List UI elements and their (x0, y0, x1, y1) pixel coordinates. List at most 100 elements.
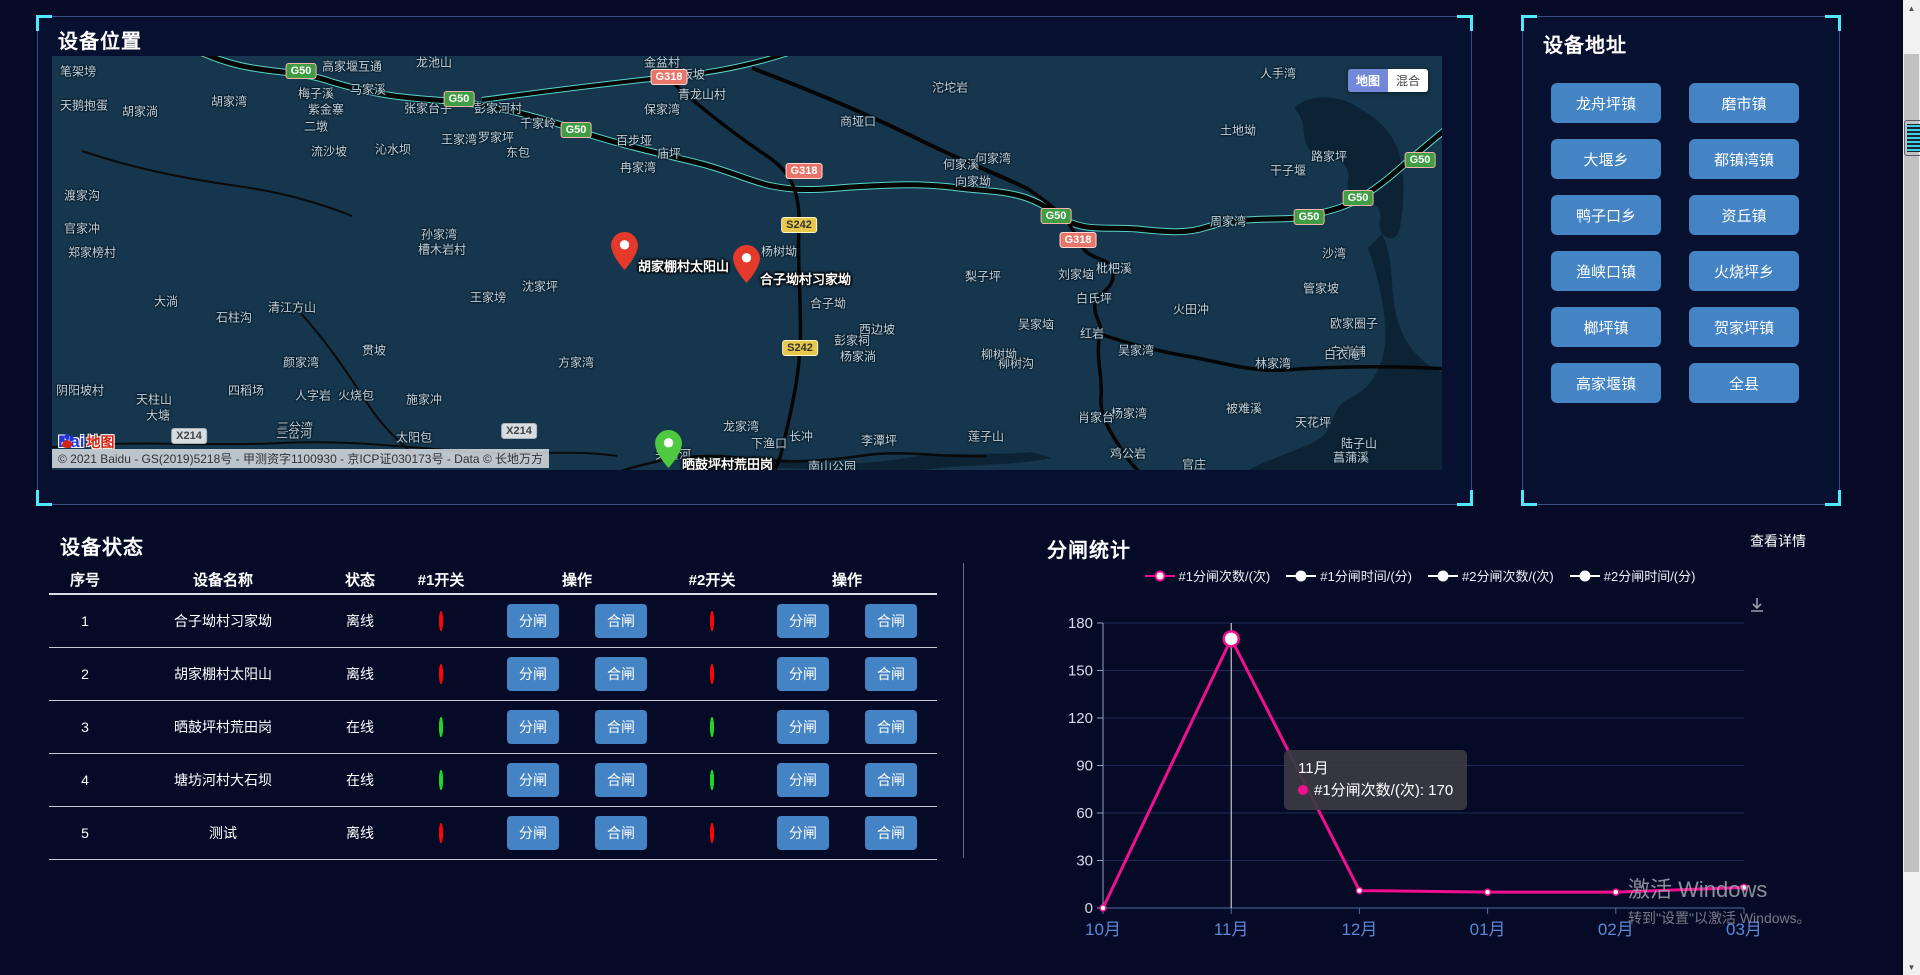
open-switch-button[interactable]: 分闸 (777, 763, 829, 797)
map-place-label: 高家堰互通 (322, 58, 382, 75)
switch2-indicator (710, 664, 714, 684)
open-switch-button[interactable]: 分闸 (777, 657, 829, 691)
map-place-label: 百步垭 (616, 132, 652, 149)
switch2-indicator (710, 611, 714, 631)
legend-marker-icon (1145, 570, 1175, 582)
scrollbar-down-arrow[interactable]: ▼ (1903, 959, 1920, 975)
device-name: 合子坳村习家坳 (121, 611, 325, 631)
map-place-label: 枇杷溪 (1096, 260, 1132, 277)
device-name: 测试 (121, 823, 325, 843)
trip-stats-title: 分闸统计 (1047, 534, 1131, 563)
switch1-cell (395, 719, 487, 735)
address-button[interactable]: 榔坪镇 (1551, 307, 1661, 347)
close-switch-button[interactable]: 合闸 (595, 657, 647, 691)
map-place-label: 大塘 (146, 407, 170, 424)
legend-label: #1分闸时间/(分) (1320, 566, 1412, 585)
corner-decoration (1825, 15, 1841, 31)
row-number: 2 (49, 666, 121, 682)
close-switch-button[interactable]: 合闸 (865, 657, 917, 691)
close-switch-button[interactable]: 合闸 (595, 763, 647, 797)
map-place-label: 被难溪 (1226, 400, 1262, 417)
scrollbar-widget[interactable] (1904, 120, 1920, 156)
map-place-label: 鸡公岩 (1110, 445, 1146, 462)
switch1-indicator (439, 611, 443, 631)
tooltip-series-value: #1分闸次数/(次): 170 (1314, 782, 1453, 799)
map-place-label: 大淌 (154, 293, 178, 310)
address-button[interactable]: 火烧坪乡 (1689, 251, 1799, 291)
corner-decoration (36, 490, 52, 506)
map-place-label: 杨树坳 (761, 243, 797, 260)
switch2-indicator (710, 717, 714, 737)
address-button[interactable]: 高家堰镇 (1551, 363, 1661, 403)
chart-legend: #1分闸次数/(次) #1分闸时间/(分) #2分闸次数/(次) #2分闸时间/… (1100, 566, 1740, 585)
map-place-label: 下渔口 (751, 435, 787, 452)
address-button[interactable]: 大堰乡 (1551, 139, 1661, 179)
map-place-label: 长冲 (789, 428, 813, 445)
map-place-label: 红岩 (1080, 325, 1104, 342)
address-button[interactable]: 龙舟坪镇 (1551, 83, 1661, 123)
device-table-body: 1合子坳村习家坳离线 分闸 合闸 分闸 合闸2胡家棚村太阳山离线 分闸 合闸 分… (49, 595, 937, 860)
operation-cell: 分闸 合闸 (487, 604, 667, 638)
open-switch-button[interactable]: 分闸 (507, 604, 559, 638)
close-switch-button[interactable]: 合闸 (865, 816, 917, 850)
open-switch-button[interactable]: 分闸 (507, 710, 559, 744)
switch1-indicator (439, 823, 443, 843)
address-button[interactable]: 都镇湾镇 (1689, 139, 1799, 179)
close-switch-button[interactable]: 合闸 (595, 604, 647, 638)
map-place-label: 三岔河 (276, 425, 312, 442)
map-type-control[interactable]: 地图混合 (1348, 69, 1428, 92)
address-button[interactable]: 资丘镇 (1689, 195, 1799, 235)
address-button[interactable]: 鸭子口乡 (1551, 195, 1661, 235)
scrollbar-up-arrow[interactable]: ▲ (1903, 0, 1920, 16)
table-row: 1合子坳村习家坳离线 分闸 合闸 分闸 合闸 (49, 595, 937, 648)
legend-item[interactable]: #2分闸次数/(次) (1428, 566, 1554, 585)
address-button[interactable]: 贺家坪镇 (1689, 307, 1799, 347)
open-switch-button[interactable]: 分闸 (507, 763, 559, 797)
close-switch-button[interactable]: 合闸 (595, 816, 647, 850)
device-status: 在线 (325, 717, 395, 737)
map-place-label: 郑家榜村 (68, 244, 116, 261)
map-canvas[interactable]: 笔架塝天鹅抱蛋胡家淌马家溪渡家沟官家冲郑家榜村大淌石柱沟清江方山阴阳坡村天柱山大… (52, 56, 1442, 470)
map-place-label: 槽木岩村 (418, 241, 466, 258)
dashboard: 设备位置 (0, 0, 1920, 975)
device-address-panel: 设备地址 龙舟坪镇磨市镇大堰乡都镇湾镇鸭子口乡资丘镇渔峡口镇火烧坪乡榔坪镇贺家坪… (1522, 16, 1840, 505)
address-button[interactable]: 全县 (1689, 363, 1799, 403)
open-switch-button[interactable]: 分闸 (777, 604, 829, 638)
map-type-map-button[interactable]: 地图 (1348, 69, 1388, 92)
map-place-label: 沙湾 (1322, 245, 1346, 262)
close-switch-button[interactable]: 合闸 (865, 710, 917, 744)
map-place-label: 方家湾 (558, 354, 594, 371)
svg-text:12月: 12月 (1341, 920, 1377, 939)
open-switch-button[interactable]: 分闸 (507, 657, 559, 691)
road-badge: S242 (782, 340, 818, 356)
close-switch-button[interactable]: 合闸 (865, 604, 917, 638)
road-badge: G318 (786, 163, 823, 179)
map-place-label: 菖蒲溪 (1333, 449, 1369, 466)
open-switch-button[interactable]: 分闸 (777, 816, 829, 850)
view-details-link[interactable]: 查看详情 (1750, 531, 1806, 551)
close-switch-button[interactable]: 合闸 (595, 710, 647, 744)
road-badge: G50 (1294, 209, 1325, 225)
address-button[interactable]: 磨市镇 (1689, 83, 1799, 123)
map-type-hybrid-button[interactable]: 混合 (1388, 69, 1428, 92)
device-status: 离线 (325, 823, 395, 843)
map-place-label: 保家湾 (644, 101, 680, 118)
legend-label: #2分闸次数/(次) (1462, 566, 1554, 585)
map-place-label: 路家坪 (1311, 148, 1347, 165)
address-button[interactable]: 渔峡口镇 (1551, 251, 1661, 291)
row-number: 1 (49, 613, 121, 629)
map-place-label: 清江方山 (268, 299, 316, 316)
scrollbar-thumb[interactable] (1904, 54, 1919, 872)
map-place-label: 吴家垴 (1018, 316, 1054, 333)
legend-item[interactable]: #1分闸时间/(分) (1286, 566, 1412, 585)
map-place-label: 向家坳 (955, 173, 991, 190)
open-switch-button[interactable]: 分闸 (507, 816, 559, 850)
close-switch-button[interactable]: 合闸 (865, 763, 917, 797)
legend-item[interactable]: #1分闸次数/(次) (1145, 566, 1271, 585)
switch1-indicator (439, 664, 443, 684)
page-scrollbar[interactable]: ▲ ▼ (1903, 0, 1920, 975)
table-scrollbar[interactable] (963, 563, 964, 858)
open-switch-button[interactable]: 分闸 (777, 710, 829, 744)
table-header-row: 序号设备名称状态#1开关操作#2开关操作 (49, 565, 937, 595)
legend-item[interactable]: #2分闸时间/(分) (1570, 566, 1696, 585)
